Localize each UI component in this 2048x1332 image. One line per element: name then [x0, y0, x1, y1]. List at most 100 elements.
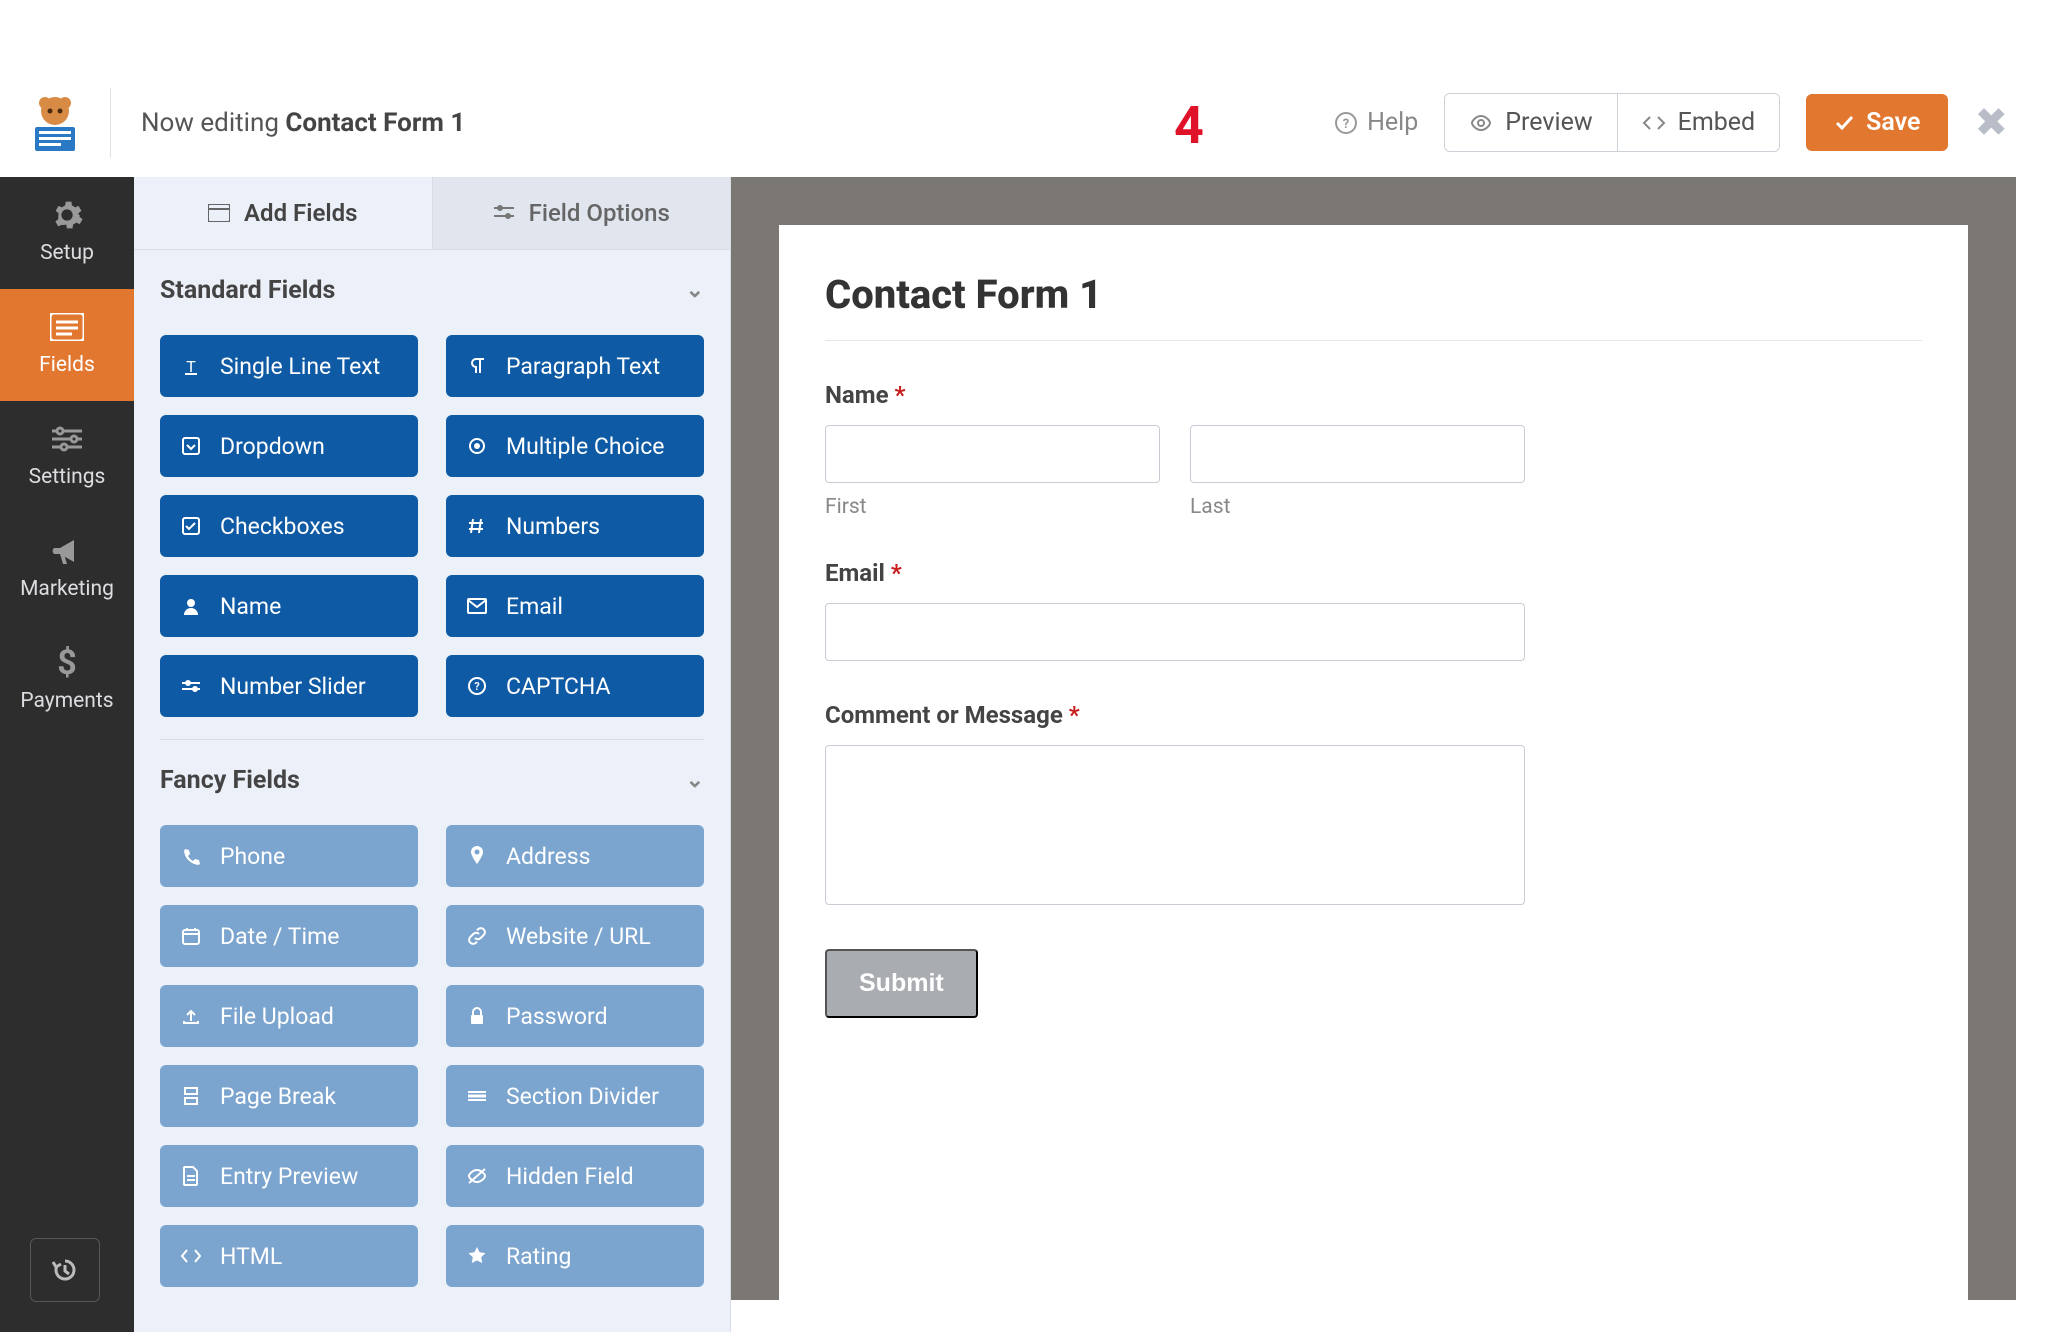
first-sub-label: First — [825, 495, 1160, 519]
preview-label: Preview — [1505, 108, 1592, 137]
text-icon: T — [180, 355, 202, 377]
sidebar-item-marketing[interactable]: Marketing — [0, 513, 134, 625]
field-phone[interactable]: Phone — [160, 825, 418, 887]
field-label: HTML — [220, 1243, 282, 1270]
fancy-fields-grid: Phone Address Date / Time Website / URL … — [134, 815, 730, 1309]
sidebar-item-payments[interactable]: $ Payments — [0, 625, 134, 737]
field-label: Name — [220, 593, 281, 620]
field-entry-preview[interactable]: Entry Preview — [160, 1145, 418, 1207]
sidebar-item-fields[interactable]: Fields — [0, 289, 134, 401]
field-label: Numbers — [506, 513, 600, 540]
sidebar-item-setup[interactable]: Setup — [0, 177, 134, 289]
sidebar-item-label: Settings — [29, 465, 106, 489]
field-label: Multiple Choice — [506, 433, 664, 460]
field-label: Hidden Field — [506, 1163, 634, 1190]
field-label: Paragraph Text — [506, 353, 660, 380]
save-label: Save — [1866, 108, 1920, 137]
panel-tabs: Add Fields Field Options — [134, 177, 730, 250]
history-button[interactable] — [30, 1238, 100, 1302]
help-link[interactable]: ? Help — [1335, 108, 1418, 137]
field-dropdown[interactable]: Dropdown — [160, 415, 418, 477]
first-name-input[interactable] — [825, 425, 1160, 483]
field-hidden-field[interactable]: Hidden Field — [446, 1145, 704, 1207]
pin-icon — [466, 845, 488, 867]
link-icon — [466, 925, 488, 947]
field-label: Checkboxes — [220, 513, 345, 540]
document-icon — [180, 1165, 202, 1187]
tab-field-options[interactable]: Field Options — [432, 177, 731, 250]
slider-icon — [180, 675, 202, 697]
field-name[interactable]: Name — [160, 575, 418, 637]
sidebar-item-label: Setup — [40, 241, 94, 265]
preview-embed-group: Preview Embed — [1444, 93, 1780, 152]
field-label: Website / URL — [506, 923, 651, 950]
close-button[interactable]: ✖ — [1974, 99, 2008, 146]
field-label: File Upload — [220, 1003, 334, 1030]
last-name-input[interactable] — [1190, 425, 1525, 483]
field-label: Email — [506, 593, 563, 620]
save-button[interactable]: Save — [1806, 94, 1948, 151]
phone-icon — [180, 845, 202, 867]
svg-text:$: $ — [57, 646, 77, 680]
field-captcha[interactable]: ?CAPTCHA — [446, 655, 704, 717]
code-icon — [180, 1245, 202, 1267]
form-field-name[interactable]: Name * First Last — [825, 381, 1525, 519]
field-rating[interactable]: Rating — [446, 1225, 704, 1287]
field-password[interactable]: Password — [446, 985, 704, 1047]
field-number-slider[interactable]: Number Slider — [160, 655, 418, 717]
comment-textarea[interactable] — [825, 745, 1525, 905]
calendar-icon — [180, 925, 202, 947]
eye-off-icon — [466, 1165, 488, 1187]
field-multiple-choice[interactable]: Multiple Choice — [446, 415, 704, 477]
field-label: Number Slider — [220, 673, 366, 700]
required-mark: * — [891, 559, 902, 587]
last-sub-label: Last — [1190, 495, 1525, 519]
field-email[interactable]: Email — [446, 575, 704, 637]
divider-icon — [466, 1085, 488, 1107]
sidebar: Setup Fields Settings Marketing $ Paymen… — [0, 177, 134, 1332]
embed-label: Embed — [1678, 108, 1756, 137]
tab-label: Field Options — [529, 199, 670, 227]
form-title: Contact Form 1 — [825, 271, 1922, 318]
field-single-line-text[interactable]: TSingle Line Text — [160, 335, 418, 397]
hash-icon — [466, 515, 488, 537]
embed-button[interactable]: Embed — [1617, 94, 1780, 151]
field-website-url[interactable]: Website / URL — [446, 905, 704, 967]
field-label: Dropdown — [220, 433, 325, 460]
fancy-fields-header[interactable]: Fancy Fields ⌄ — [134, 740, 730, 815]
editing-label: Now editing Contact Form 1 — [141, 108, 465, 138]
topbar-actions: ? Help Preview Embed — [1335, 93, 2008, 152]
field-section-divider[interactable]: Section Divider — [446, 1065, 704, 1127]
standard-fields-grid: TSingle Line Text Paragraph Text Dropdow… — [134, 325, 730, 739]
field-numbers[interactable]: Numbers — [446, 495, 704, 557]
sidebar-item-label: Fields — [39, 353, 95, 377]
standard-fields-header[interactable]: Standard Fields ⌄ — [134, 250, 730, 325]
tab-add-fields[interactable]: Add Fields — [134, 177, 432, 250]
field-html[interactable]: HTML — [160, 1225, 418, 1287]
preview-button[interactable]: Preview — [1445, 94, 1616, 151]
sidebar-item-settings[interactable]: Settings — [0, 401, 134, 513]
field-date-time[interactable]: Date / Time — [160, 905, 418, 967]
field-file-upload[interactable]: File Upload — [160, 985, 418, 1047]
sliders-icon — [49, 421, 85, 457]
field-label: Rating — [506, 1243, 571, 1270]
code-icon — [1642, 111, 1666, 135]
lock-icon — [466, 1005, 488, 1027]
field-page-break[interactable]: Page Break — [160, 1065, 418, 1127]
field-paragraph-text[interactable]: Paragraph Text — [446, 335, 704, 397]
form-field-comment[interactable]: Comment or Message * — [825, 701, 1525, 909]
sliders-icon — [493, 204, 515, 222]
submit-button[interactable]: Submit — [825, 949, 978, 1018]
annotation-4: 4 — [1174, 95, 1204, 156]
field-label: Phone — [220, 843, 285, 870]
list-icon — [49, 309, 85, 345]
svg-text:?: ? — [474, 680, 480, 693]
field-address[interactable]: Address — [446, 825, 704, 887]
email-input[interactable] — [825, 603, 1525, 661]
field-checkboxes[interactable]: Checkboxes — [160, 495, 418, 557]
form-field-email[interactable]: Email * — [825, 559, 1525, 661]
preview-area: Contact Form 1 Name * First Last — [731, 177, 2016, 1300]
gear-icon — [49, 197, 85, 233]
chevron-down-icon: ⌄ — [686, 278, 704, 303]
user-icon — [180, 595, 202, 617]
